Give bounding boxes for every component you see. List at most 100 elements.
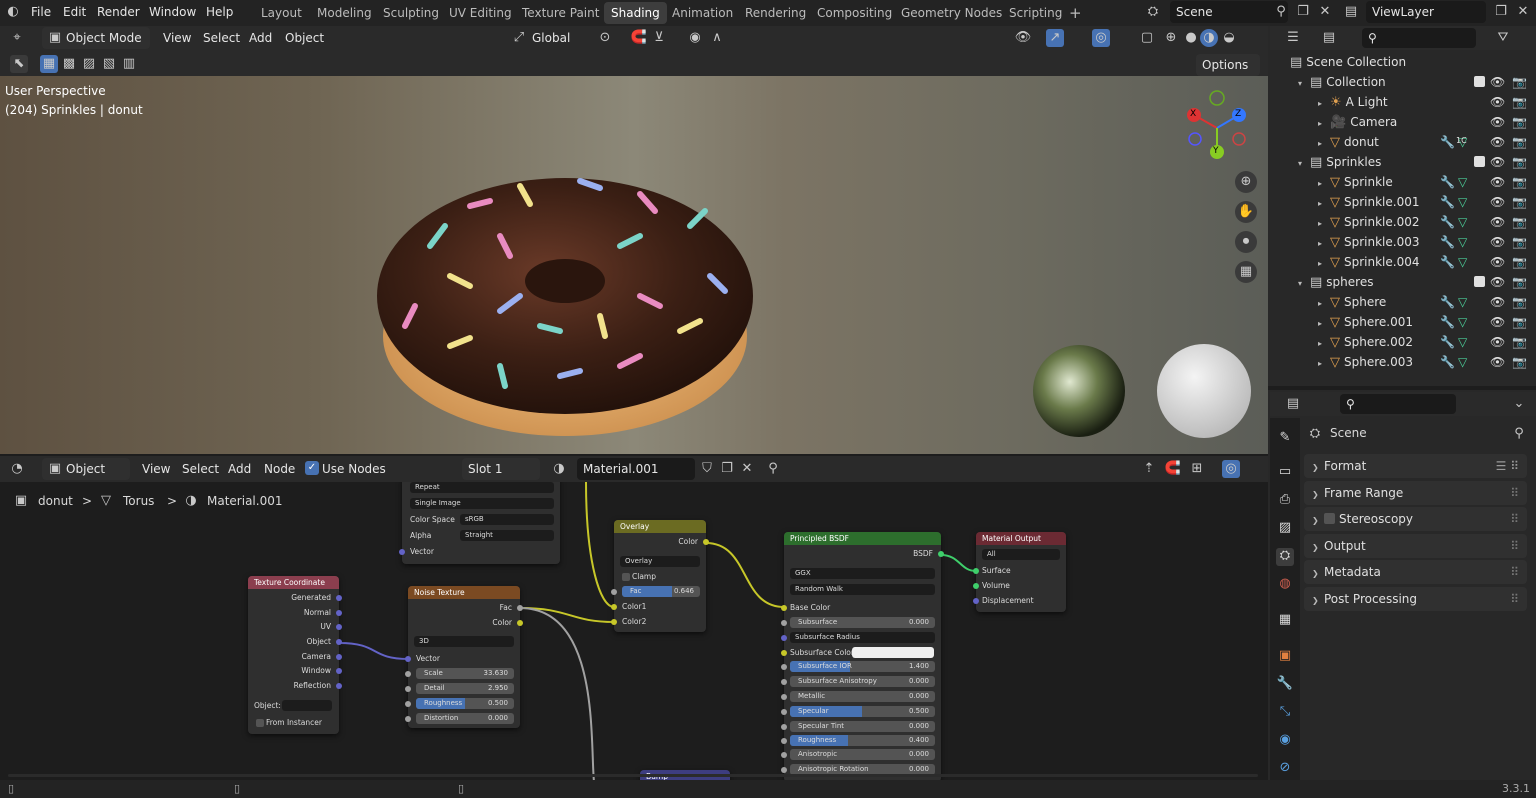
properties-editor-type-icon[interactable]: ▤ [1284, 395, 1302, 413]
world-tab-icon[interactable]: ◍ [1276, 576, 1294, 594]
subsurface-ior-slider[interactable]: Subsurface IOR 1.400 [790, 661, 935, 672]
view-layer-icon[interactable]: ▤ [1342, 3, 1360, 21]
specular-tint-socket[interactable] [781, 724, 787, 730]
principled-roughness-slider[interactable]: Roughness 0.400 [790, 735, 935, 746]
render-visibility-icon[interactable]: 📷 [1512, 152, 1527, 172]
select-difference-icon[interactable]: ▧ [100, 55, 118, 73]
expand-icon[interactable]: ▸ [1318, 214, 1330, 234]
constraints-tab-icon[interactable]: ⊘ [1276, 760, 1294, 778]
render-visibility-icon[interactable]: 📷 [1512, 352, 1527, 372]
tab-sculpting[interactable]: Sculpting [376, 2, 446, 24]
duplicate-material-icon[interactable]: ❐ [718, 460, 736, 478]
outliner-row-sprinkle-002[interactable]: ▸ ▽ Sprinkle.002 🔧 ▽ 👁 📷 [1270, 212, 1536, 232]
material-name-field[interactable]: Material.001 [577, 458, 695, 480]
extension-dropdown[interactable]: Repeat [410, 482, 554, 493]
visibility-icon[interactable]: 👁 [1014, 29, 1032, 47]
pivot-icon[interactable]: ⊙ [596, 29, 614, 47]
metallic-slider[interactable]: Metallic 0.000 [790, 691, 935, 702]
visibility-eye-icon[interactable]: 👁 [1490, 172, 1505, 192]
principled-title[interactable]: Principled BSDF [784, 532, 941, 545]
modifier-icon[interactable]: 🔧 [1440, 172, 1455, 192]
proportional-edit-icon[interactable]: ◉ [686, 29, 704, 47]
fac-output-socket[interactable] [517, 605, 523, 611]
select-new-icon[interactable]: ▦ [40, 55, 58, 73]
delete-view-layer-icon[interactable]: ✕ [1514, 3, 1532, 21]
visibility-eye-icon[interactable]: 👁 [1490, 332, 1505, 352]
select-intersect-icon[interactable]: ▥ [120, 55, 138, 73]
expand-icon[interactable]: ▸ [1318, 334, 1330, 354]
visibility-eye-icon[interactable]: 👁 [1490, 72, 1505, 92]
color-output-socket[interactable] [517, 620, 523, 626]
outliner-search-field[interactable]: ⚲ [1362, 28, 1476, 48]
scene-tab-icon[interactable]: ⛭ [1276, 548, 1294, 566]
outliner-row-sprinkle-003[interactable]: ▸ ▽ Sprinkle.003 🔧 ▽ 👁 📷 [1270, 232, 1536, 252]
mesh-data-icon[interactable]: ▽ [1458, 192, 1467, 212]
anisotropic-socket[interactable] [781, 752, 787, 758]
mesh-data-icon[interactable]: ▽ [1458, 172, 1467, 192]
expand-icon[interactable]: ▸ [1318, 314, 1330, 334]
overlay-fac-socket[interactable] [611, 589, 617, 595]
use-nodes-label[interactable]: Use Nodes [316, 458, 392, 480]
render-visibility-icon[interactable]: 📷 [1512, 212, 1527, 232]
outliner-row-sprinkles[interactable]: ▾ ▤ Sprinkles 👁 📷 [1270, 152, 1536, 172]
mesh-data-icon[interactable]: ▽ [1458, 252, 1467, 272]
outliner-row-sphere-001[interactable]: ▸ ▽ Sphere.001 🔧 ▽ 👁 📷 [1270, 312, 1536, 332]
delete-scene-icon[interactable]: ✕ [1316, 3, 1334, 21]
modifier-icon[interactable]: 🔧 [1440, 292, 1455, 312]
scale-socket[interactable] [405, 671, 411, 677]
render-visibility-icon[interactable]: 📷 [1512, 132, 1527, 152]
generated-socket[interactable] [336, 595, 342, 601]
exclude-checkbox[interactable] [1474, 76, 1485, 87]
node-snap-icon[interactable]: 🧲 [1164, 460, 1182, 478]
reflection-socket[interactable] [336, 683, 342, 689]
render-visibility-icon[interactable]: 📷 [1512, 172, 1527, 192]
expand-icon[interactable]: ▸ [1318, 174, 1330, 194]
collapse-icon[interactable]: ▾ [1298, 274, 1310, 294]
render-tab-icon[interactable]: ▭ [1276, 464, 1294, 482]
bsdf-output-socket[interactable] [938, 551, 944, 557]
color1-socket[interactable] [611, 604, 617, 610]
post-processing-panel[interactable]: ❯ Post Processing ⠿ [1304, 587, 1527, 611]
render-visibility-icon[interactable]: 📷 [1512, 72, 1527, 92]
output-target-dropdown[interactable]: All [982, 549, 1060, 560]
menu-file[interactable]: File [31, 0, 51, 24]
tab-geometry-nodes[interactable]: Geometry Nodes [894, 2, 1009, 24]
menu-select[interactable]: Select [197, 27, 246, 49]
distortion-slider[interactable]: Distortion 0.000 [416, 713, 514, 724]
specular-socket[interactable] [781, 709, 787, 715]
color-space-dropdown[interactable]: sRGB [460, 514, 554, 525]
overlay-title[interactable]: Overlay [614, 520, 706, 533]
visibility-eye-icon[interactable]: 👁 [1490, 252, 1505, 272]
tab-layout[interactable]: Layout [254, 2, 309, 24]
expand-icon[interactable]: ▸ [1318, 94, 1330, 114]
ortho-grid-icon[interactable]: ▦ [1235, 261, 1257, 283]
select-extend-icon[interactable]: ▩ [60, 55, 78, 73]
visibility-eye-icon[interactable]: 👁 [1490, 112, 1505, 132]
options-dropdown[interactable]: Options [1196, 54, 1260, 76]
frame-range-panel[interactable]: ❯ Frame Range ⠿ [1304, 481, 1527, 505]
metadata-drag-icon[interactable]: ⠿ [1510, 560, 1519, 584]
expand-icon[interactable]: ▸ [1318, 114, 1330, 134]
tab-rendering[interactable]: Rendering [738, 2, 813, 24]
new-scene-icon[interactable]: ❐ [1294, 3, 1312, 21]
outliner-row-a-light[interactable]: ▸ ☀ A Light 👁 📷 [1270, 92, 1536, 112]
material-output-title[interactable]: Material Output [976, 532, 1066, 545]
roughness-socket[interactable] [781, 738, 787, 744]
select-subtract-icon[interactable]: ▨ [80, 55, 98, 73]
frame-range-drag-icon[interactable]: ⠿ [1510, 481, 1519, 505]
object-socket[interactable] [336, 639, 342, 645]
output-panel[interactable]: ❯ Output ⠿ [1304, 534, 1527, 558]
projection-dropdown[interactable]: Single Image [410, 498, 554, 509]
mesh-data-icon[interactable]: ▽ [1458, 352, 1467, 372]
tab-scripting[interactable]: Scripting [1002, 2, 1069, 24]
fac-slider[interactable]: Fac 0.646 [622, 586, 700, 597]
modifier-icon[interactable]: 🔧 [1440, 332, 1455, 352]
render-visibility-icon[interactable]: 📷 [1512, 312, 1527, 332]
outliner-row-sphere-002[interactable]: ▸ ▽ Sphere.002 🔧 ▽ 👁 📷 [1270, 332, 1536, 352]
detail-socket[interactable] [405, 686, 411, 692]
slot-dropdown[interactable]: Slot 1 [462, 458, 540, 480]
distortion-socket[interactable] [405, 716, 411, 722]
expand-icon[interactable]: ▸ [1318, 134, 1330, 154]
visibility-eye-icon[interactable]: 👁 [1490, 92, 1505, 112]
visibility-eye-icon[interactable]: 👁 [1490, 192, 1505, 212]
